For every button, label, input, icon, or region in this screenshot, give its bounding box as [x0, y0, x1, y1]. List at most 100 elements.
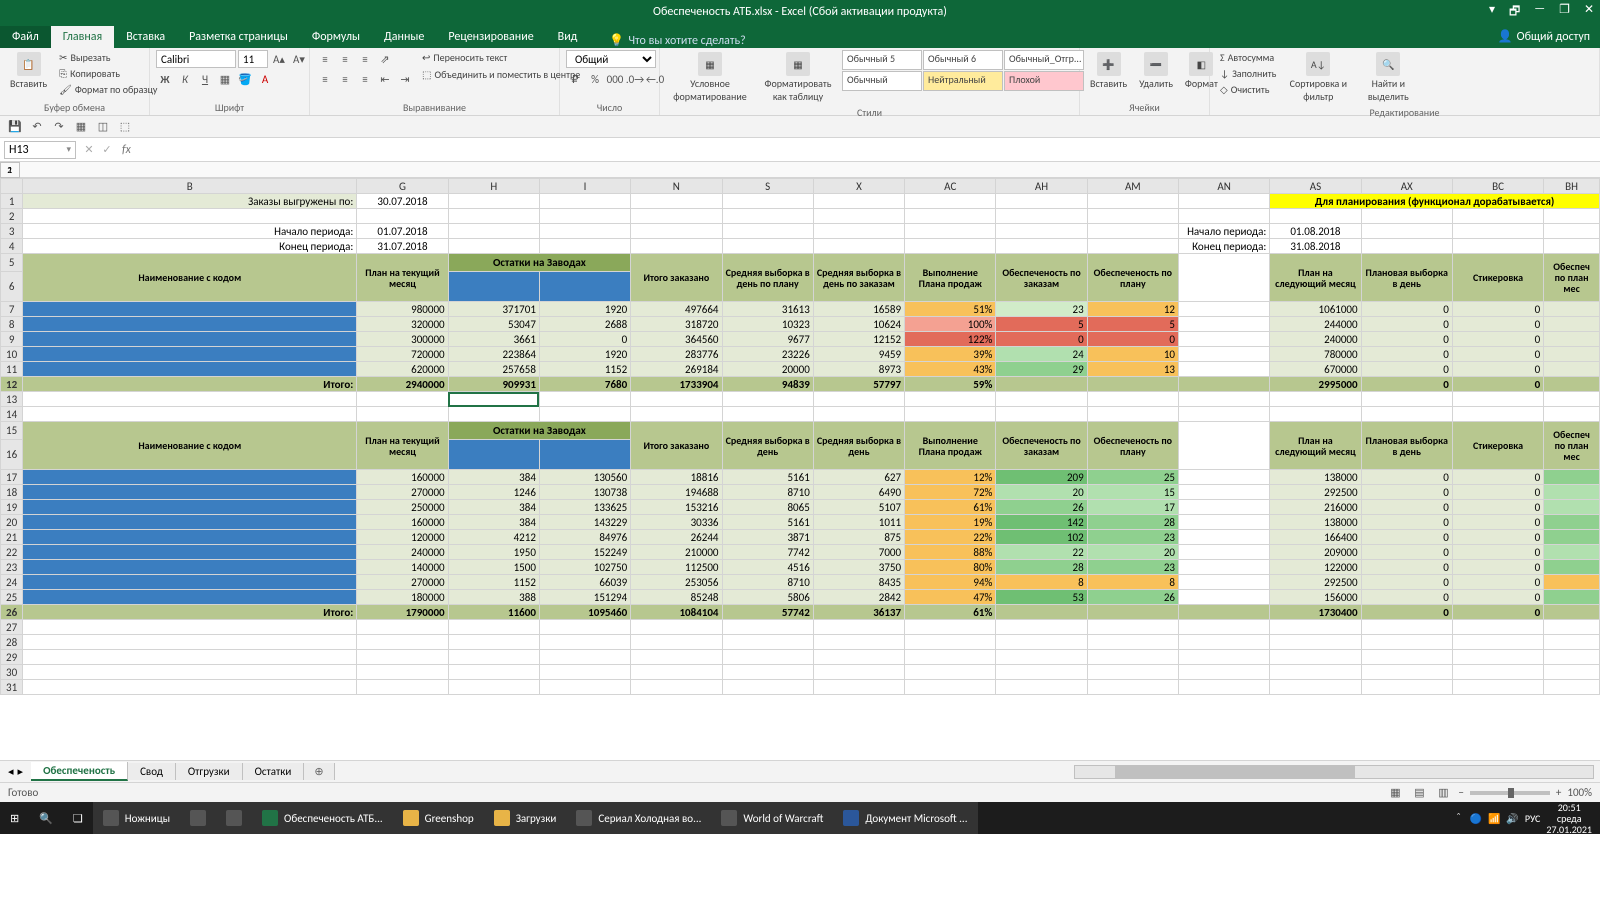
redo-icon[interactable]: ↷ [50, 118, 68, 136]
tray-clock[interactable]: 20:51 среда 27.01.2021 [1546, 802, 1592, 835]
add-sheet-button[interactable]: ⊕ [304, 763, 334, 780]
indent-inc-icon[interactable]: ⇥ [396, 70, 414, 88]
view-layout-icon[interactable]: ▤ [1410, 784, 1428, 802]
column-headers[interactable]: BGH INS XACAH AMANAS AXBCBH [1, 179, 1600, 194]
sheet-nav-last-icon[interactable]: ▸ [18, 765, 24, 778]
task-snip[interactable]: Ножницы [93, 802, 180, 834]
chevron-down-icon[interactable]: ▾ [66, 144, 71, 155]
align-right-icon[interactable]: ≡ [356, 70, 374, 88]
horizontal-scrollbar[interactable] [1074, 765, 1594, 779]
merge-icon[interactable]: ⬚ [116, 118, 134, 136]
align-middle-icon[interactable]: ≡ [336, 50, 354, 68]
align-left-icon[interactable]: ≡ [316, 70, 334, 88]
indent-dec-icon[interactable]: ⇤ [376, 70, 394, 88]
format-painter-button[interactable]: 🖌 Формат по образцу [55, 82, 161, 97]
task-folder2[interactable]: Загрузки [484, 802, 567, 834]
zoom-in-icon[interactable]: + [1556, 786, 1561, 799]
window-maximize-icon[interactable]: ❐ [1559, 2, 1570, 23]
tab-file[interactable]: Файл [0, 26, 51, 48]
borders-icon[interactable]: ◫ [94, 118, 112, 136]
zoom-level[interactable]: 100% [1567, 786, 1592, 799]
zoom-out-icon[interactable]: − [1458, 786, 1463, 799]
percent-icon[interactable]: % [586, 70, 604, 88]
tab-insert[interactable]: Вставка [114, 26, 177, 48]
italic-icon[interactable]: К [176, 70, 194, 88]
underline-icon[interactable]: Ч [196, 70, 214, 88]
formula-input[interactable] [137, 140, 1600, 160]
find-select-button[interactable]: 🔍Найти и выделить [1356, 50, 1420, 105]
tray-icon[interactable]: 📶 [1488, 812, 1500, 825]
share-button[interactable]: 👤 Общий доступ [1488, 25, 1600, 48]
task-folder1[interactable]: Greenshop [393, 802, 484, 834]
conditional-formatting-button[interactable]: ▦Условное форматирование [666, 50, 754, 105]
sheet-tab-4[interactable]: Остатки [243, 763, 305, 780]
grow-font-icon[interactable]: A▴ [270, 50, 288, 68]
grid-icon[interactable]: ▦ [72, 118, 90, 136]
copy-button[interactable]: ⎘ Копировать [55, 66, 161, 81]
task-browser[interactable]: Сериал Холодная во... [566, 802, 711, 834]
name-box[interactable]: H13▾ [4, 141, 76, 159]
number-format[interactable]: Общий [566, 50, 656, 68]
sheet-tab-3[interactable]: Отгрузки [176, 763, 243, 780]
task-app2[interactable] [180, 802, 216, 834]
align-bottom-icon[interactable]: ≡ [356, 50, 374, 68]
shrink-font-icon[interactable]: A▾ [290, 50, 308, 68]
task-view-button[interactable]: ❏ [63, 802, 93, 834]
task-word[interactable]: Документ Microsoft ... [833, 802, 977, 834]
fx-icon[interactable]: fx [116, 143, 137, 157]
task-wow[interactable]: World of Warcraft [711, 802, 833, 834]
bold-icon[interactable]: Ж [156, 70, 174, 88]
tray-lang[interactable]: РУС [1525, 812, 1541, 825]
cancel-icon[interactable]: ✕ [80, 141, 98, 159]
tab-layout[interactable]: Разметка страницы [177, 26, 300, 48]
paste-button[interactable]: 📋Вставить [6, 50, 51, 92]
enter-icon[interactable]: ✓ [98, 141, 116, 159]
search-button[interactable]: 🔍 [29, 802, 63, 834]
task-excel[interactable]: Обеспеченость АТБ... [252, 802, 393, 834]
sheet-tab-1[interactable]: Обеспеченость [31, 762, 128, 781]
tab-home[interactable]: Главная [51, 26, 114, 48]
window-minimize-icon[interactable]: — [1534, 2, 1545, 23]
view-break-icon[interactable]: ▥ [1434, 784, 1452, 802]
autosum-button[interactable]: Σ Автосумма [1216, 50, 1280, 65]
font-size[interactable] [238, 50, 268, 68]
border-icon[interactable]: ▦ [216, 70, 234, 88]
font-color-icon[interactable]: A [256, 70, 274, 88]
fill-color-icon[interactable]: 🪣 [236, 70, 254, 88]
sheet-nav-first-icon[interactable]: ◂ [8, 765, 14, 778]
tab-data[interactable]: Данные [372, 26, 436, 48]
start-button[interactable]: ⊞ [0, 802, 29, 834]
tray-icon[interactable]: 🔊 [1506, 812, 1518, 825]
task-app3[interactable] [216, 802, 252, 834]
inc-decimal-icon[interactable]: .0→ [626, 70, 644, 88]
sheet-tab-2[interactable]: Свод [128, 763, 176, 780]
undo-icon[interactable]: ↶ [28, 118, 46, 136]
comma-icon[interactable]: 000 [606, 70, 624, 88]
insert-cells-button[interactable]: ➕Вставить [1086, 50, 1131, 92]
tab-review[interactable]: Рецензирование [436, 26, 545, 48]
worksheet-grid[interactable]: BGH INS XACAH AMANAS AXBCBH 1Заказы выгр… [0, 178, 1600, 760]
align-top-icon[interactable]: ≡ [316, 50, 334, 68]
tab-formulas[interactable]: Формулы [300, 26, 372, 48]
cut-button[interactable]: ✂ Вырезать [55, 50, 161, 65]
tray-up-icon[interactable]: ＾ [1454, 811, 1464, 826]
view-normal-icon[interactable]: ▦ [1386, 784, 1404, 802]
ribbon-opts-icon[interactable]: ▾ [1489, 2, 1495, 23]
font-name[interactable] [156, 50, 236, 68]
delete-cells-button[interactable]: ➖Удалить [1135, 50, 1177, 92]
window-close-icon[interactable]: ✕ [1584, 2, 1594, 23]
format-as-table-button[interactable]: ▦Форматировать как таблицу [758, 50, 838, 105]
cell-styles-gallery[interactable]: Обычный 5 Обычный 6 Обычный_Отгр... Обыч… [842, 50, 1084, 91]
tab-view[interactable]: Вид [546, 26, 590, 48]
orientation-icon[interactable]: ⇗ [376, 50, 394, 68]
window-restore-icon[interactable]: 🗗 [1509, 2, 1520, 23]
tell-me[interactable]: 💡 Что вы хотите сделать? [609, 33, 745, 48]
fill-button[interactable]: ↓ Заполнить [1216, 66, 1280, 81]
save-icon[interactable]: 💾 [6, 118, 24, 136]
tray-icon[interactable]: 🔵 [1470, 812, 1482, 825]
clear-button[interactable]: ◇ Очистить [1216, 82, 1280, 97]
align-center-icon[interactable]: ≡ [336, 70, 354, 88]
zoom-slider[interactable] [1470, 791, 1550, 795]
sort-filter-button[interactable]: A↓Сортировка и фильтр [1284, 50, 1352, 105]
currency-icon[interactable]: ₽ [566, 70, 584, 88]
